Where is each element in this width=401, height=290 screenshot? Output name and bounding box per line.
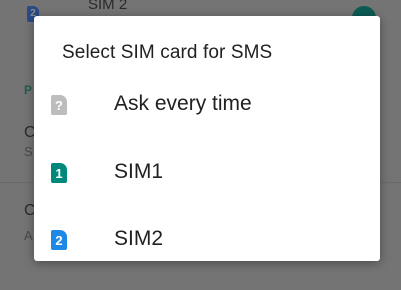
dialog-title: Select SIM card for SMS [62, 42, 273, 63]
option-label: SIM1 [114, 160, 164, 183]
sim2-icon: 2 [51, 230, 67, 250]
option-label: Ask every time [114, 92, 252, 115]
option-label: SIM2 [114, 227, 164, 250]
sim-select-dialog: Select SIM card for SMS ? Ask every time… [34, 16, 380, 261]
sim1-icon: 1 [51, 163, 67, 183]
bg-item1-sub: S [24, 144, 33, 159]
option-sim1[interactable]: 1 SIM1 [34, 160, 380, 223]
bg-section-header: P [24, 83, 33, 97]
bg-item2-sub: A [24, 228, 33, 243]
option-ask-every-time[interactable]: ? Ask every time [34, 92, 380, 155]
bg-sim2-label: SIM 2 [88, 0, 128, 13]
question-icon: ? [51, 95, 67, 115]
option-sim2[interactable]: 2 SIM2 [34, 227, 380, 290]
